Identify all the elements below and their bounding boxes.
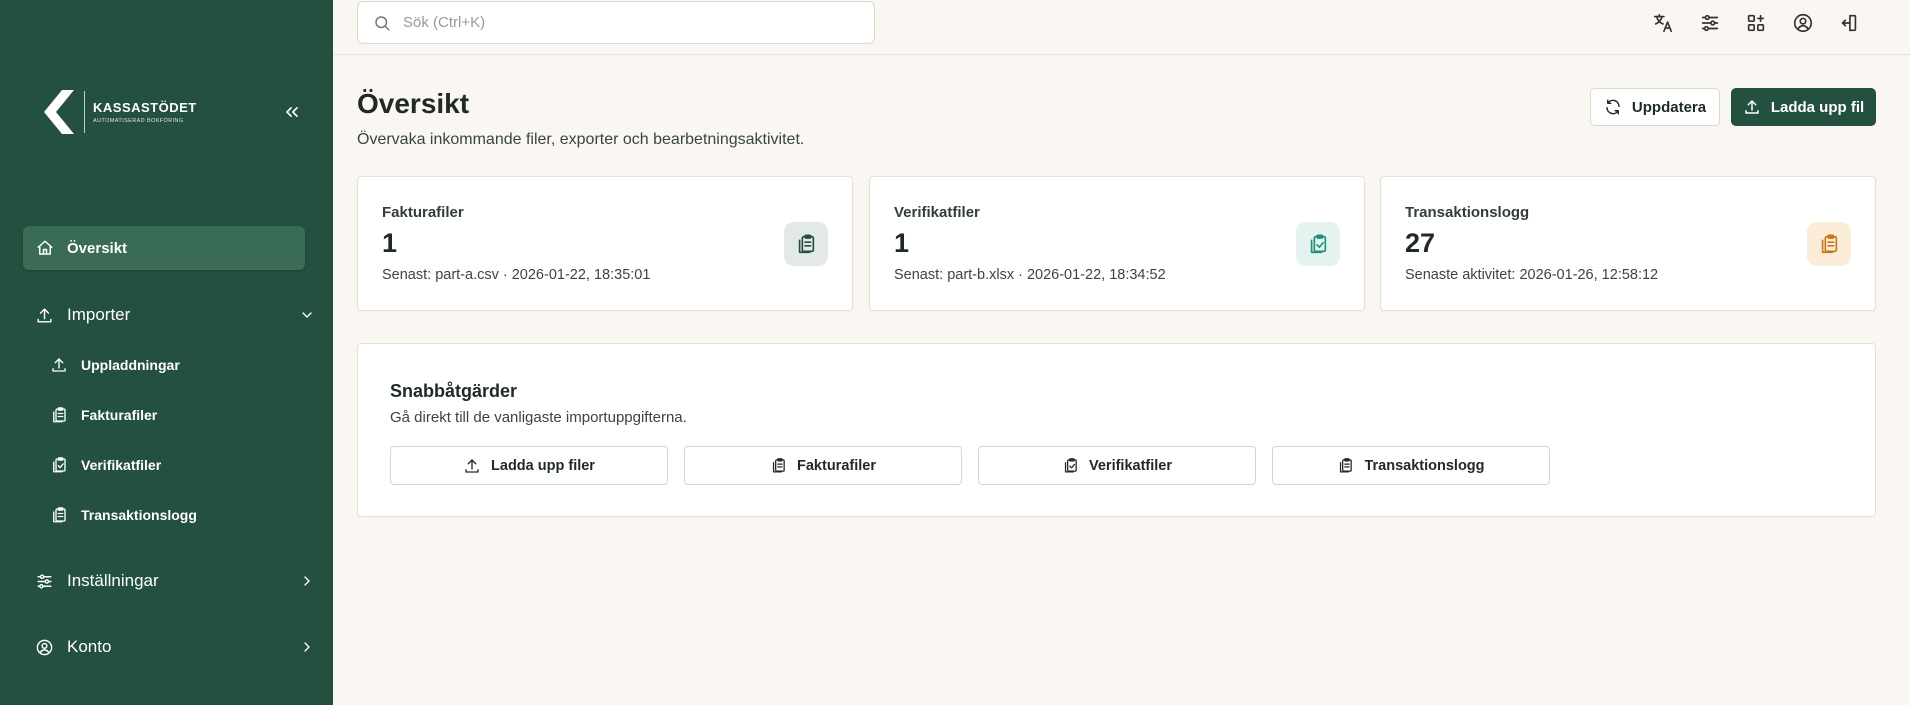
sidebar-item-label: Översikt: [67, 239, 128, 257]
page-title: Översikt: [357, 88, 470, 119]
double-chevron-left-icon: [286, 107, 298, 117]
clipboard-check-icon: [1064, 458, 1077, 473]
logo-text: KASSASTÖDET AUTOMATISERAD BOKFÖRING: [93, 100, 197, 124]
chevron-right-icon: [304, 576, 310, 586]
card-icon-badge: [1296, 222, 1340, 266]
quick-button-label: Verifikatfiler: [1088, 457, 1172, 474]
user-circle-icon: [36, 639, 53, 655]
clipboard-check-icon: [1310, 234, 1327, 254]
logo-mark-icon: [44, 90, 74, 134]
brand-logo[interactable]: KASSASTÖDET AUTOMATISERAD BOKFÖRING: [42, 90, 197, 134]
sidebar-item-transaktionslogg[interactable]: Transaktionslogg: [50, 498, 310, 532]
card-value: 1: [382, 228, 398, 258]
quick-upload-files-button[interactable]: Ladda upp filer: [390, 446, 668, 485]
card-title: Transaktionslogg: [1405, 204, 1530, 221]
search-icon: [375, 15, 390, 30]
chevron-down-icon: [302, 312, 312, 318]
stat-card-verifikatfiler[interactable]: Verifikatfiler 1 Senast: part-b.xlsx · 2…: [869, 176, 1365, 311]
quick-actions-subtitle: Gå direkt till de vanligaste importuppgi…: [390, 409, 687, 426]
sidebar-group-installningar[interactable]: Inställningar: [23, 561, 319, 601]
upload-icon: [1745, 100, 1759, 114]
stat-card-fakturafiler[interactable]: Fakturafiler 1 Senast: part-a.csv · 2026…: [357, 176, 853, 311]
quick-actions-panel: Snabbåtgärder Gå direkt till de vanligas…: [357, 343, 1876, 517]
logo-divider: [84, 91, 85, 133]
card-icon-badge: [784, 222, 828, 266]
clipboard-copy-icon: [53, 507, 66, 523]
language-button[interactable]: [1651, 11, 1675, 35]
clipboard-copy-icon: [798, 234, 815, 254]
sidebar-group-importer[interactable]: Importer: [23, 295, 319, 335]
topbar: [333, 0, 1910, 55]
quick-button-label: Transaktionslogg: [1364, 457, 1485, 474]
search-input[interactable]: [401, 13, 845, 32]
home-icon: [37, 240, 53, 255]
clipboard-copy-icon: [1821, 234, 1838, 254]
quick-verifikatfiler-button[interactable]: Verifikatfiler: [978, 446, 1256, 485]
sidebar-item-fakturafiler[interactable]: Fakturafiler: [50, 398, 310, 432]
card-icon-badge: [1807, 222, 1851, 266]
search-box[interactable]: [357, 1, 875, 44]
apps-button[interactable]: [1744, 11, 1768, 35]
card-value: 27: [1405, 228, 1436, 258]
quick-transaktionslogg-button[interactable]: Transaktionslogg: [1272, 446, 1550, 485]
filters-button[interactable]: [1698, 11, 1722, 35]
brand-name: KASSASTÖDET: [93, 100, 197, 115]
refresh-icon: [1606, 99, 1620, 115]
upload-file-label: Ladda upp fil: [1770, 98, 1865, 116]
upload-icon: [465, 458, 479, 473]
sidebar-item-uppladdningar[interactable]: Uppladdningar: [50, 348, 310, 382]
sidebar-group-label: Inställningar: [67, 571, 159, 590]
card-meta: Senaste aktivitet: 2026-01-26, 12:58:12: [1405, 267, 1659, 283]
chevron-right-icon: [304, 642, 310, 652]
quick-button-label: Ladda upp filer: [491, 457, 595, 474]
sliders-icon: [37, 573, 52, 589]
clipboard-copy-icon: [772, 458, 785, 473]
topbar-actions: [1651, 11, 1884, 35]
sidebar-group-label: Konto: [67, 637, 112, 656]
user-circle-icon: [1793, 13, 1812, 33]
brand-tagline: AUTOMATISERAD BOKFÖRING: [93, 118, 184, 124]
sidebar-item-label: Uppladdningar: [81, 357, 180, 373]
card-title: Fakturafiler: [382, 204, 464, 221]
card-value: 1: [894, 228, 910, 258]
refresh-label: Uppdatera: [1631, 98, 1707, 116]
quick-fakturafiler-button[interactable]: Fakturafiler: [684, 446, 962, 485]
card-title: Verifikatfiler: [894, 204, 980, 221]
clipboard-copy-icon: [53, 407, 66, 423]
sidebar-item-label: Verifikatfiler: [81, 457, 162, 473]
quick-actions-title: Snabbåtgärder: [390, 381, 518, 401]
card-meta: Senast: part-b.xlsx · 2026-01-22, 18:34:…: [894, 267, 1166, 283]
sidebar: KASSASTÖDET AUTOMATISERAD BOKFÖRING Över…: [0, 0, 333, 705]
profile-button[interactable]: [1791, 11, 1815, 35]
apps-icon: [1747, 14, 1765, 32]
upload-file-button[interactable]: Ladda upp fil: [1731, 88, 1876, 126]
sidebar-item-label: Transaktionslogg: [81, 507, 197, 523]
stat-card-transaktionslogg[interactable]: Transaktionslogg 27 Senaste aktivitet: 2…: [1380, 176, 1876, 311]
logout-button[interactable]: [1837, 11, 1861, 35]
page-subtitle: Övervaka inkommande filer, exporter och …: [357, 131, 805, 148]
upload-icon: [52, 358, 66, 372]
sidebar-item-oversikt[interactable]: Översikt: [23, 226, 305, 270]
sidebar-item-verifikatfiler[interactable]: Verifikatfiler: [50, 448, 310, 482]
upload-icon: [37, 307, 52, 323]
sidebar-group-konto[interactable]: Konto: [23, 627, 319, 667]
language-icon: [1653, 13, 1673, 33]
clipboard-copy-icon: [1340, 458, 1353, 473]
sidebar-group-label: Importer: [67, 305, 131, 324]
sliders-icon: [1701, 14, 1718, 32]
logout-icon: [1841, 14, 1857, 32]
sidebar-collapse-button[interactable]: [280, 100, 304, 124]
card-meta: Senast: part-a.csv · 2026-01-22, 18:35:0…: [382, 267, 651, 283]
clipboard-check-icon: [53, 457, 66, 473]
sidebar-item-label: Fakturafiler: [81, 407, 158, 423]
refresh-button[interactable]: Uppdatera: [1590, 88, 1720, 126]
quick-button-label: Fakturafiler: [797, 457, 876, 474]
